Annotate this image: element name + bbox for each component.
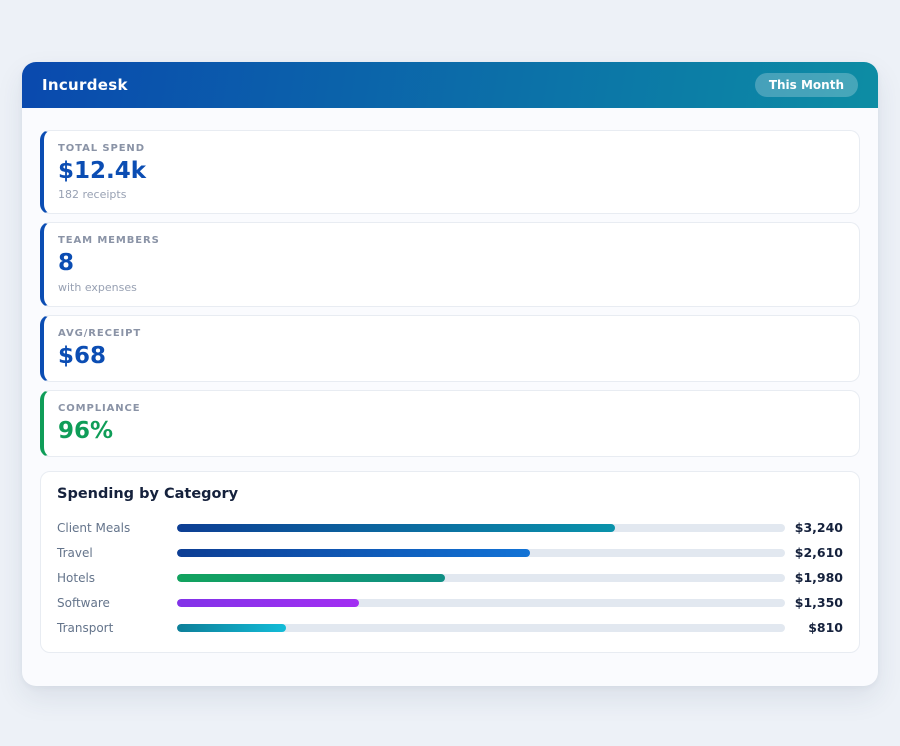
stat-value: 8 bbox=[58, 250, 75, 277]
category-value: $1,350 bbox=[794, 595, 843, 611]
stat-label: TOTAL SPEND bbox=[58, 143, 145, 154]
category-bar-fill bbox=[177, 598, 360, 607]
spending-by-category-card: Spending by Category Client Meals $3,240… bbox=[40, 471, 860, 654]
stat-card: COMPLIANCE 96% bbox=[40, 389, 860, 458]
stat-sub: with expenses bbox=[58, 280, 137, 294]
category-row: Client Meals $3,240 bbox=[57, 515, 843, 540]
category-value: $810 bbox=[808, 620, 843, 636]
category-label: Hotels bbox=[57, 570, 96, 585]
stat-card: TOTAL SPEND $12.4k 182 receipts bbox=[40, 130, 860, 215]
stat-cards: TOTAL SPEND $12.4k 182 receipts TEAM MEM… bbox=[22, 108, 878, 458]
category-bar-track bbox=[177, 548, 785, 557]
category-value: $3,240 bbox=[794, 520, 843, 536]
category-bar-fill bbox=[177, 573, 445, 582]
category-bar-track bbox=[177, 623, 785, 632]
app-title: Incurdesk bbox=[42, 76, 128, 94]
stat-card: TEAM MEMBERS 8 with expenses bbox=[40, 222, 860, 307]
category-row: Software $1,350 bbox=[57, 590, 843, 615]
category-row: Travel $2,610 bbox=[57, 540, 843, 565]
stat-value: $68 bbox=[58, 342, 107, 369]
period-badge[interactable]: This Month bbox=[754, 73, 858, 97]
stat-sub: 182 receipts bbox=[58, 188, 127, 202]
category-bar-fill bbox=[177, 523, 615, 532]
chart-title: Spending by Category bbox=[57, 486, 239, 503]
stat-value: $12.4k bbox=[58, 158, 147, 184]
category-row: Hotels $1,980 bbox=[57, 565, 843, 590]
category-bar-list: Client Meals $3,240 Travel $2,610 Hotels… bbox=[57, 515, 843, 640]
stat-value: 96% bbox=[58, 417, 114, 444]
category-bar-fill bbox=[177, 623, 287, 632]
category-label: Software bbox=[57, 595, 110, 610]
category-label: Client Meals bbox=[57, 520, 131, 535]
stat-card: AVG/RECEIPT $68 bbox=[40, 314, 860, 382]
category-bar-track bbox=[177, 598, 785, 607]
category-label: Travel bbox=[57, 545, 93, 560]
category-bar-fill bbox=[177, 548, 530, 557]
category-value: $2,610 bbox=[794, 545, 843, 561]
app-panel: Incurdesk This Month TOTAL SPEND $12.4k … bbox=[22, 62, 878, 686]
app-header: Incurdesk This Month bbox=[22, 62, 878, 108]
category-label: Transport bbox=[57, 620, 114, 635]
category-bar-track bbox=[177, 573, 785, 582]
category-row: Transport $810 bbox=[57, 615, 843, 640]
stat-label: COMPLIANCE bbox=[58, 402, 141, 414]
stat-label: AVG/RECEIPT bbox=[58, 327, 142, 339]
category-value: $1,980 bbox=[794, 570, 843, 586]
category-bar-track bbox=[177, 523, 785, 532]
stat-label: TEAM MEMBERS bbox=[58, 235, 160, 247]
